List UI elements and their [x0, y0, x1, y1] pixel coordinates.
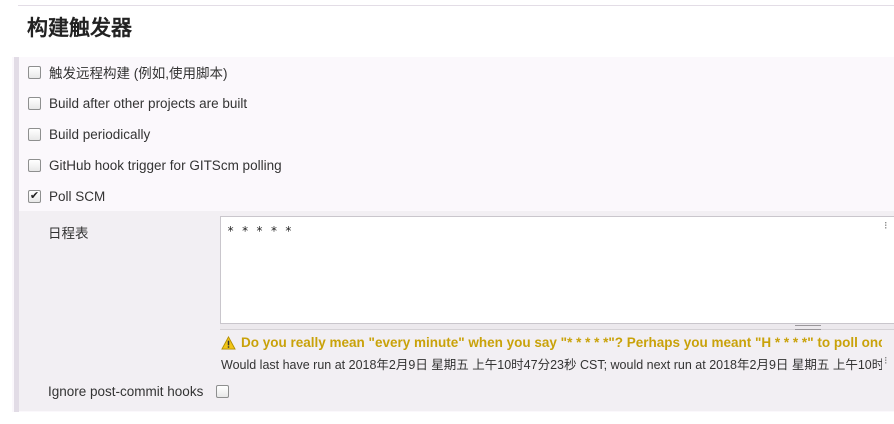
warning-text: Do you really mean "every minute" when y… [241, 335, 882, 350]
help-icon[interactable]: ⁝ [884, 354, 894, 368]
help-icon[interactable]: ⁝ [884, 220, 894, 232]
schedule-run-info: Would last have run at 2018年2月9日 星期五 上午1… [221, 358, 882, 372]
message-clip: Do you really mean "every minute" when y… [0, 0, 882, 424]
ignore-label: Ignore post-commit hooks [48, 383, 204, 399]
ignore-post-commit-hooks[interactable]: Ignore post-commit hooks [48, 381, 230, 401]
ignore-post-commit-checkbox[interactable] [216, 384, 230, 398]
schedule-warning: Do you really mean "every minute" when y… [221, 335, 882, 350]
warning-icon [221, 335, 236, 350]
